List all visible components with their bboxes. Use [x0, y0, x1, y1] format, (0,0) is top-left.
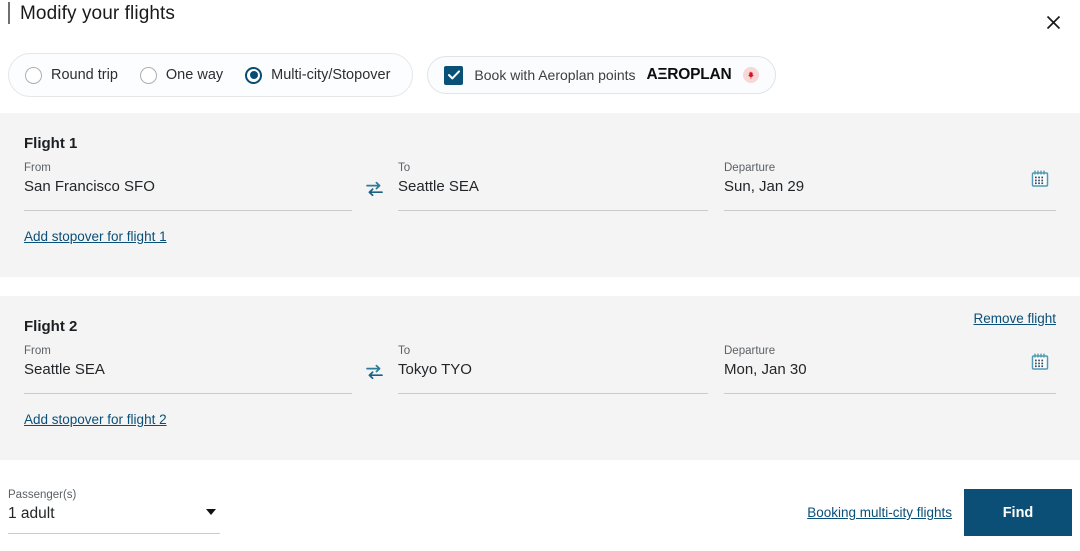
radio-multi-city[interactable]: Multi-city/Stopover [245, 66, 391, 84]
radio-multi-city-label: Multi-city/Stopover [271, 67, 391, 83]
flight-panel-2: Flight 2 Remove flight From Seattle SEA … [0, 296, 1080, 460]
field-underline [398, 210, 708, 211]
departure-label: Departure [724, 162, 776, 174]
flight-1-to-field[interactable]: To Seattle SEA [398, 161, 708, 211]
aeroplan-points-checkbox[interactable]: Book with Aeroplan points AΞROPLAN [427, 56, 776, 94]
trip-type-group: Round trip One way Multi-city/Stopover [8, 53, 414, 97]
flight-panel-1: Flight 1 From San Francisco SFO To Seatt… [0, 113, 1080, 277]
flight-2-fields: From Seattle SEA To Tokyo TYO Departure … [24, 344, 1056, 406]
calendar-icon[interactable] [1030, 352, 1050, 372]
aeroplan-logo: AΞROPLAN [646, 66, 732, 83]
passengers-value: 1 adult [8, 505, 55, 522]
from-label: From [24, 345, 51, 357]
page-title: Modify your flights [20, 3, 176, 24]
remove-flight-link[interactable]: Remove flight [973, 311, 1056, 326]
field-underline [398, 393, 708, 394]
flight-1-fields: From San Francisco SFO To Seattle SEA De… [24, 161, 1056, 223]
passengers-select[interactable]: Passenger(s) 1 adult [8, 488, 220, 534]
add-stopover-link-1[interactable]: Add stopover for flight 1 [24, 229, 167, 244]
from-value: Seattle SEA [24, 361, 105, 378]
calendar-icon[interactable] [1030, 169, 1050, 189]
departure-value: Sun, Jan 29 [724, 178, 805, 195]
aeroplan-label: Book with Aeroplan points [474, 67, 636, 83]
radio-one-way[interactable]: One way [139, 66, 224, 84]
booking-multi-city-link[interactable]: Booking multi-city flights [807, 505, 952, 520]
checkbox-checked-icon [444, 65, 464, 85]
modify-flights-dialog: Modify your flights Round trip One way M… [0, 0, 1080, 551]
radio-round-trip-label: Round trip [51, 67, 118, 83]
to-label: To [398, 345, 411, 357]
flight-2-from-field[interactable]: From Seattle SEA [24, 344, 352, 394]
to-label: To [398, 162, 411, 174]
flight-1-title: Flight 1 [24, 135, 78, 152]
title-accent-bar [8, 2, 10, 24]
flight-1-departure-field[interactable]: Departure Sun, Jan 29 [724, 161, 1056, 211]
flight-2-to-field[interactable]: To Tokyo TYO [398, 344, 708, 394]
field-underline [8, 533, 220, 534]
swap-arrows-icon[interactable] [362, 360, 386, 384]
departure-label: Departure [724, 345, 776, 357]
swap-arrows-icon[interactable] [362, 177, 386, 201]
add-stopover-link-2[interactable]: Add stopover for flight 2 [24, 412, 167, 427]
passengers-label: Passenger(s) [8, 489, 77, 501]
radio-one-way-label: One way [165, 67, 224, 83]
trip-type-row: Round trip One way Multi-city/Stopover B… [0, 53, 776, 97]
chevron-down-icon[interactable] [206, 509, 216, 515]
close-icon[interactable] [1040, 9, 1066, 35]
title-wrap: Modify your flights [8, 2, 175, 26]
field-underline [724, 210, 1056, 211]
radio-selected-icon [245, 66, 263, 84]
from-value: San Francisco SFO [24, 178, 155, 195]
departure-value: Mon, Jan 30 [724, 361, 807, 378]
find-button[interactable]: Find [964, 489, 1072, 536]
maple-leaf-icon [742, 67, 759, 83]
radio-icon [25, 66, 42, 84]
from-label: From [24, 162, 51, 174]
to-value: Seattle SEA [398, 178, 479, 195]
field-underline [724, 393, 1056, 394]
flight-1-from-field[interactable]: From San Francisco SFO [24, 161, 352, 211]
flight-2-departure-field[interactable]: Departure Mon, Jan 30 [724, 344, 1056, 394]
field-underline [24, 393, 352, 394]
dialog-header: Modify your flights [0, 0, 1080, 40]
radio-icon [139, 66, 157, 84]
flight-2-title: Flight 2 [24, 318, 78, 335]
radio-round-trip[interactable]: Round trip [25, 66, 118, 84]
field-underline [24, 210, 352, 211]
to-value: Tokyo TYO [398, 361, 472, 378]
